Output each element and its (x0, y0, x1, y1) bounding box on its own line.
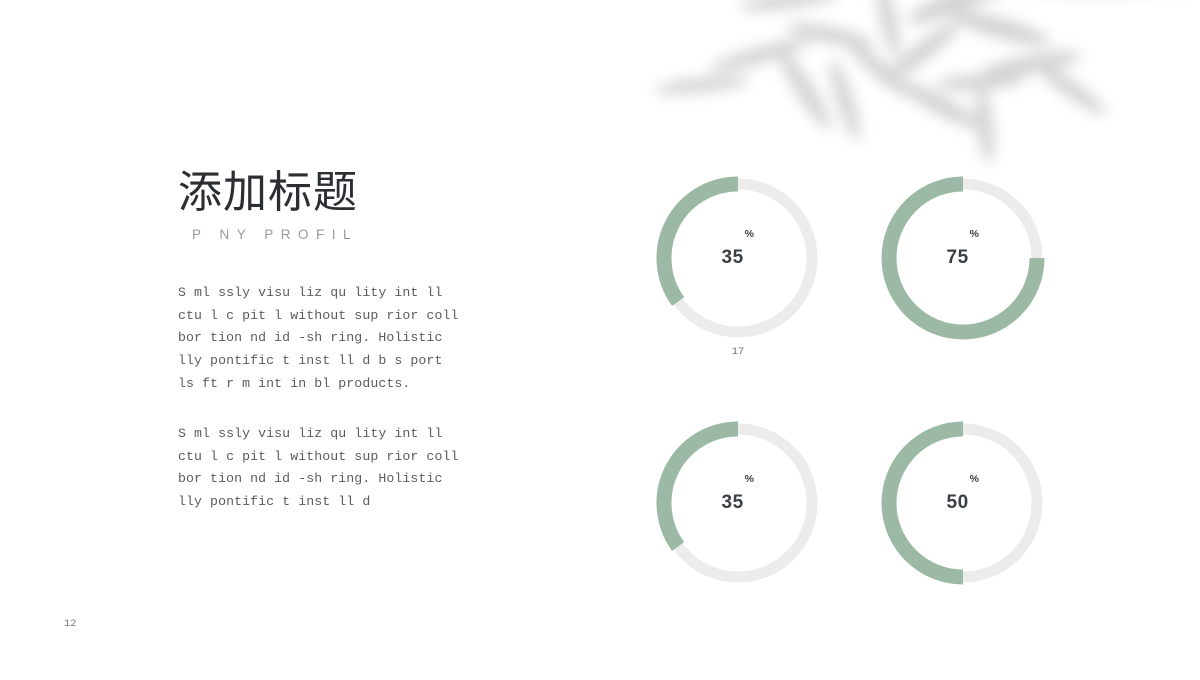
page-title: 添加标题 (178, 168, 358, 217)
text-column: 添加标题 P NY PROFIL S ml ssly visu liz qu l… (178, 168, 468, 514)
page-number: 12 (64, 618, 77, 630)
donut-chart-1: 35% (648, 168, 828, 348)
donut-arc (881, 421, 964, 585)
donut-arc (656, 421, 739, 551)
donut-chart-1-graphic (656, 176, 818, 338)
donut-chart-4-graphic (881, 421, 1043, 585)
page-subtitle: P NY PROFIL (192, 227, 359, 243)
donut-chart-3: 35% (648, 413, 828, 593)
donut-chart-4: 50% (873, 413, 1053, 593)
donut-arc (656, 176, 739, 306)
donut-chart-2: 75% (873, 168, 1053, 348)
donut-chart-2-graphic (881, 176, 1045, 340)
body-paragraph-1: S ml ssly visu liz qu lity int ll ctu l … (178, 285, 459, 391)
donut-caption: 17 (731, 346, 745, 358)
donut-chart-3-graphic (656, 421, 818, 583)
donut-chart-grid: 35% 75% 35% 50 % (620, 150, 1090, 620)
body-paragraph-2: S ml ssly visu liz qu lity int ll ctu l … (178, 426, 459, 510)
slide-canvas: 添加标题 P NY PROFIL S ml ssly visu liz qu l… (0, 0, 1200, 680)
